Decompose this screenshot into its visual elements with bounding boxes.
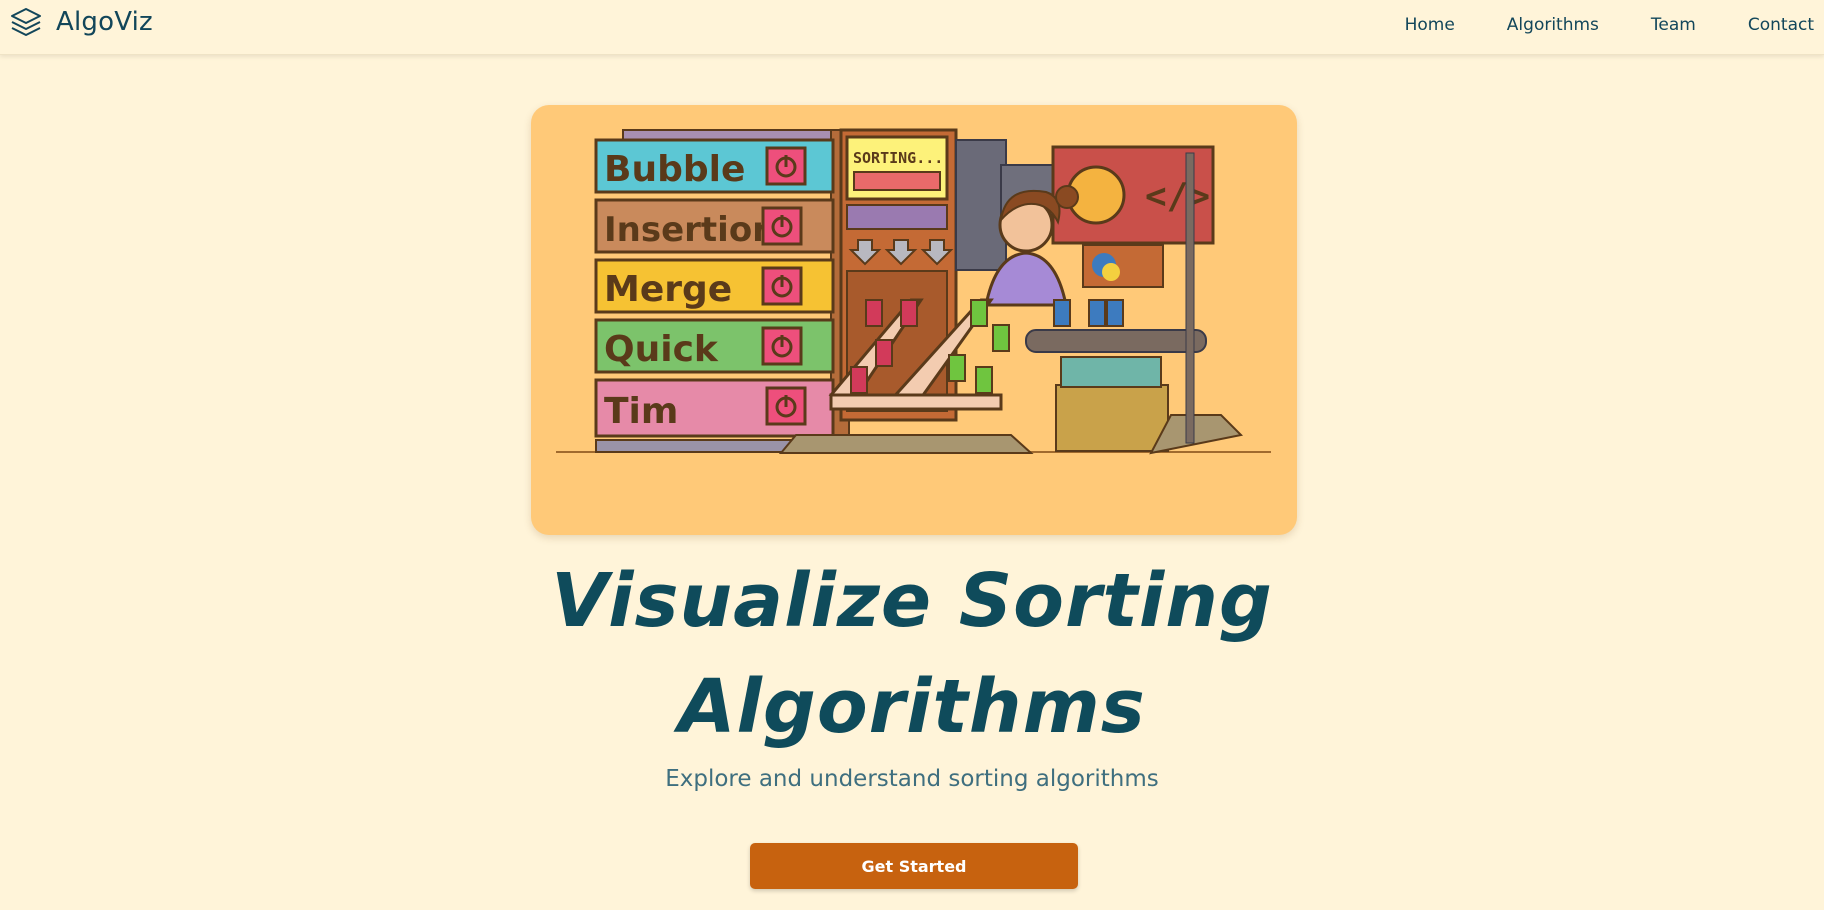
- nav-link-team[interactable]: Team: [1651, 15, 1696, 35]
- red-cup: [900, 299, 918, 327]
- shelf-label-quick: Quick: [604, 329, 719, 370]
- red-cup: [850, 366, 868, 394]
- shelf-label-tim: Tim: [604, 391, 678, 432]
- red-cup: [875, 339, 893, 367]
- get-started-button[interactable]: Get Started: [750, 843, 1078, 889]
- shelf-bubble: Bubble: [594, 138, 835, 194]
- hero-illustration-card: Bubble Insertion Merge Quick Tim SORTING…: [531, 105, 1297, 535]
- top-navbar: AlgoViz Home Algorithms Team Contact: [0, 0, 1824, 55]
- blue-cup: [1088, 299, 1106, 327]
- sorting-machine-illustration: Bubble Insertion Merge Quick Tim SORTING…: [556, 128, 1271, 455]
- shelf-quick: Quick: [594, 318, 835, 374]
- green-cup: [992, 324, 1010, 352]
- shelf-insertion: Insertion: [594, 198, 835, 254]
- hero-subtitle: Explore and understand sorting algorithm…: [665, 766, 1159, 792]
- green-cup: [975, 366, 993, 394]
- progress-stripe: [853, 171, 941, 191]
- blue-cup: [1106, 299, 1124, 327]
- shelf-merge: Merge: [594, 258, 835, 314]
- storage-crate: [1055, 384, 1169, 452]
- vent-grid: [846, 204, 948, 230]
- python-logo-icon-yellow: [1102, 263, 1120, 281]
- nav-links: Home Algorithms Team Contact: [1353, 0, 1824, 50]
- status-screen-text: SORTING...: [853, 149, 943, 167]
- hero-title: Visualize Sorting Algorithms: [0, 548, 1824, 760]
- crate-row: [778, 434, 1034, 454]
- shelf-label-insertion: Insertion: [604, 210, 776, 250]
- brand-name: AlgoViz: [56, 7, 153, 37]
- red-cup: [865, 299, 883, 327]
- hero-title-line-1: Visualize Sorting: [551, 558, 1273, 644]
- machine-panel: [1060, 356, 1162, 388]
- code-sign-text: </>: [1145, 176, 1210, 217]
- shelf-label-merge: Merge: [604, 269, 732, 310]
- layers-icon: [11, 8, 41, 36]
- conveyor-belt: [1025, 329, 1207, 353]
- gear-column: [955, 139, 1007, 271]
- shelf-tim: Tim: [594, 378, 835, 438]
- hero-title-line-2: Algorithms: [678, 664, 1146, 750]
- support-pole: [1185, 152, 1195, 444]
- nav-link-home[interactable]: Home: [1405, 15, 1455, 35]
- green-cup: [948, 354, 966, 382]
- blue-cup: [1053, 299, 1071, 327]
- brand-logo-link[interactable]: AlgoViz: [10, 6, 153, 38]
- nav-link-algorithms[interactable]: Algorithms: [1507, 15, 1599, 35]
- conveyor-base: [829, 393, 1003, 411]
- nav-link-contact[interactable]: Contact: [1748, 15, 1814, 35]
- shelf-label-bubble: Bubble: [604, 149, 745, 190]
- green-cup: [970, 299, 988, 327]
